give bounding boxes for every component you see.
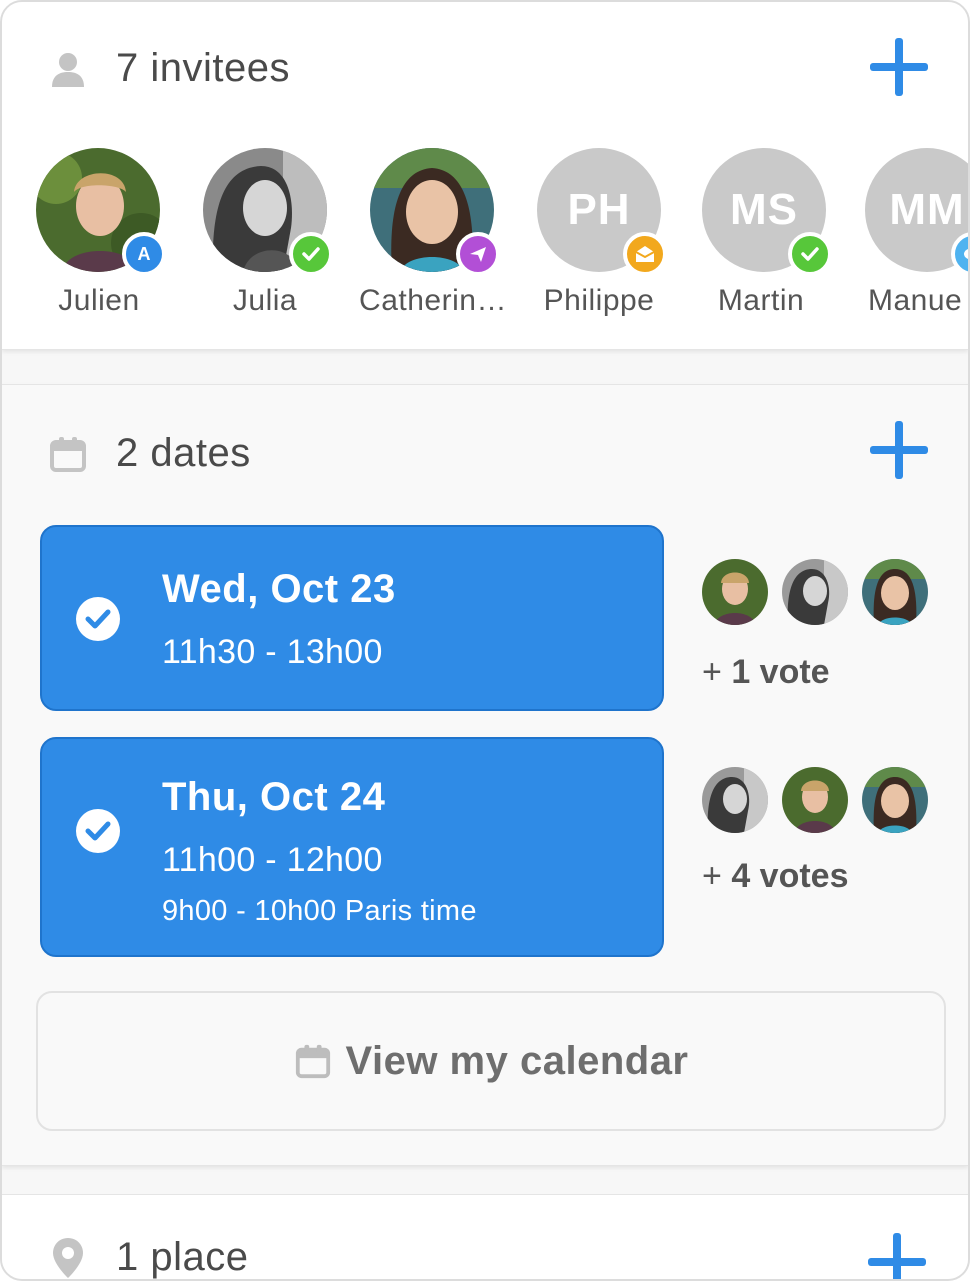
status-accepted-badge xyxy=(289,232,333,276)
eye-icon xyxy=(964,249,968,259)
location-pin-icon xyxy=(53,1237,83,1278)
invitee-name: Manue xyxy=(868,284,963,317)
voter-avatar xyxy=(782,559,848,625)
voter-avatar xyxy=(782,767,848,833)
date-day: Wed, Oct 23 xyxy=(162,567,396,611)
add-place-button[interactable] xyxy=(868,1233,926,1279)
invitee-avatar[interactable]: A xyxy=(36,148,166,276)
paper-plane-icon xyxy=(470,247,486,262)
invitees-section: 7 invitees A Julien Julia Catherin… PH P… xyxy=(2,2,968,350)
status-sent-badge xyxy=(456,232,500,276)
place-header: 1 place xyxy=(48,1235,249,1279)
dates-header: 2 dates xyxy=(48,431,251,476)
date-local-time: 9h00 - 10h00 Paris time xyxy=(162,895,477,927)
dates-section: 2 dates Wed, Oct 23 11h30 - 13h00 + 1 vo… xyxy=(2,384,968,1166)
add-date-button[interactable] xyxy=(870,421,928,479)
invitee-name: Julia xyxy=(232,284,298,317)
vote-number: 1 vote xyxy=(731,653,830,691)
vote-prefix: + xyxy=(702,857,722,895)
date-time: 11h30 - 13h00 xyxy=(162,633,383,671)
vote-number: 4 votes xyxy=(731,857,849,895)
badge-organizer: A xyxy=(122,232,166,276)
invitee-avatar[interactable] xyxy=(203,148,333,276)
place-section: 1 place xyxy=(2,1194,968,1279)
date-day: Thu, Oct 24 xyxy=(162,775,386,819)
voter-avatar xyxy=(862,559,928,625)
invitees-header: 7 invitees xyxy=(48,46,290,91)
voter-avatar xyxy=(702,767,768,833)
date-option[interactable]: Thu, Oct 24 11h00 - 12h00 9h00 - 10h00 P… xyxy=(40,737,664,957)
invitee-avatar[interactable]: MM xyxy=(865,148,968,276)
event-panel: 7 invitees A Julien Julia Catherin… PH P… xyxy=(0,0,970,1281)
calendar-icon xyxy=(50,436,86,472)
invitee-avatar[interactable]: MS xyxy=(702,148,832,276)
invitee-name: Martin xyxy=(717,284,805,317)
calendar-icon xyxy=(295,1044,330,1079)
vote-prefix: + xyxy=(702,653,722,691)
place-title: 1 place xyxy=(116,1235,249,1279)
vote-count: + 4 votes xyxy=(702,857,849,896)
check-icon xyxy=(801,247,819,261)
status-opened-badge xyxy=(623,232,667,276)
date-time: 11h00 - 12h00 xyxy=(162,841,383,879)
person-icon xyxy=(52,52,84,87)
invitee-avatar[interactable] xyxy=(370,148,500,276)
vote-count: + 1 vote xyxy=(702,653,830,692)
selected-check-icon[interactable] xyxy=(76,597,120,641)
invitee-name: Catherin… xyxy=(359,284,507,317)
voter-avatar xyxy=(702,559,768,625)
invitee-avatar[interactable]: PH xyxy=(537,148,667,276)
selected-check-icon[interactable] xyxy=(76,809,120,853)
view-calendar-label: View my calendar xyxy=(345,1038,689,1083)
voters-list xyxy=(702,767,928,833)
add-invitee-button[interactable] xyxy=(870,38,928,96)
invitee-name: Julien xyxy=(58,284,140,317)
date-option[interactable]: Wed, Oct 23 11h30 - 13h00 xyxy=(40,525,664,711)
dates-title: 2 dates xyxy=(116,431,251,475)
status-accepted-badge xyxy=(788,232,832,276)
envelope-open-icon xyxy=(635,246,655,262)
voter-avatar xyxy=(862,767,928,833)
badge-letter: A xyxy=(137,243,151,264)
invitees-title: 7 invitees xyxy=(116,46,290,90)
invitee-name: Philippe xyxy=(543,284,655,317)
voters-list xyxy=(702,559,928,625)
check-icon xyxy=(302,247,320,261)
view-calendar-button[interactable]: View my calendar xyxy=(36,991,946,1131)
